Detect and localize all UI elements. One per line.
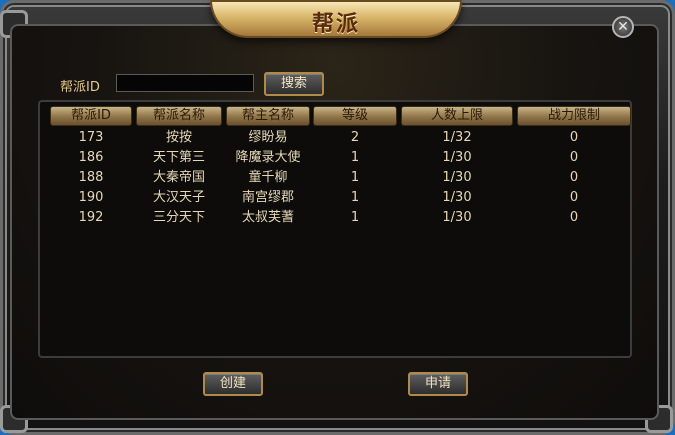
apply-guild-button[interactable]: 申请 (408, 372, 468, 396)
header-guild-name: 帮派名称 (136, 106, 222, 126)
cell-guild-id: 192 (78, 210, 104, 225)
cell-level: 1 (350, 170, 360, 185)
cell-leader-name: 太叔芙蓍 (241, 210, 294, 225)
header-power-limit: 战力限制 (517, 106, 631, 126)
cell-member-limit: 1/30 (442, 190, 472, 205)
cell-level: 1 (350, 150, 360, 165)
cell-guild-id: 186 (78, 150, 104, 165)
title-plate: 帮派 (210, 0, 462, 38)
cell-guild-name: 按按 (165, 130, 192, 145)
create-guild-button[interactable]: 创建 (203, 372, 263, 396)
cell-guild-name: 天下第三 (152, 150, 205, 165)
cell-leader-name: 降魔录大使 (235, 150, 301, 165)
close-icon: ✕ (617, 19, 629, 35)
cell-member-limit: 1/30 (442, 170, 472, 185)
cell-guild-id: 190 (78, 190, 104, 205)
cell-guild-id: 188 (78, 170, 104, 185)
cell-leader-name: 南宫缪郡 (241, 190, 294, 205)
header-leader-name: 帮主名称 (226, 106, 310, 126)
close-button[interactable]: ✕ (612, 16, 634, 38)
cell-leader-name: 缪盼易 (248, 130, 288, 145)
cell-guild-id: 173 (78, 130, 104, 145)
cell-power-limit: 0 (569, 170, 579, 185)
cell-level: 1 (350, 210, 360, 225)
search-label: 帮派ID (60, 80, 100, 95)
cell-power-limit: 0 (569, 130, 579, 145)
cell-leader-name: 童千柳 (248, 170, 288, 185)
cell-power-limit: 0 (569, 190, 579, 205)
cell-guild-name: 大汉天子 (152, 190, 205, 205)
cell-member-limit: 1/32 (442, 130, 472, 145)
cell-member-limit: 1/30 (442, 150, 472, 165)
cell-guild-name: 大秦帝国 (152, 170, 205, 185)
header-level: 等级 (313, 106, 397, 126)
search-button[interactable]: 搜索 (264, 72, 324, 96)
header-guild-id: 帮派ID (50, 106, 132, 126)
cell-level: 1 (350, 190, 360, 205)
cell-power-limit: 0 (569, 210, 579, 225)
cell-power-limit: 0 (569, 150, 579, 165)
cell-member-limit: 1/30 (442, 210, 472, 225)
cell-level: 2 (350, 130, 360, 145)
guild-id-input[interactable] (116, 74, 254, 92)
header-member-limit: 人数上限 (401, 106, 513, 126)
window-title: 帮派 (311, 12, 360, 37)
cell-guild-name: 三分天下 (152, 210, 205, 225)
